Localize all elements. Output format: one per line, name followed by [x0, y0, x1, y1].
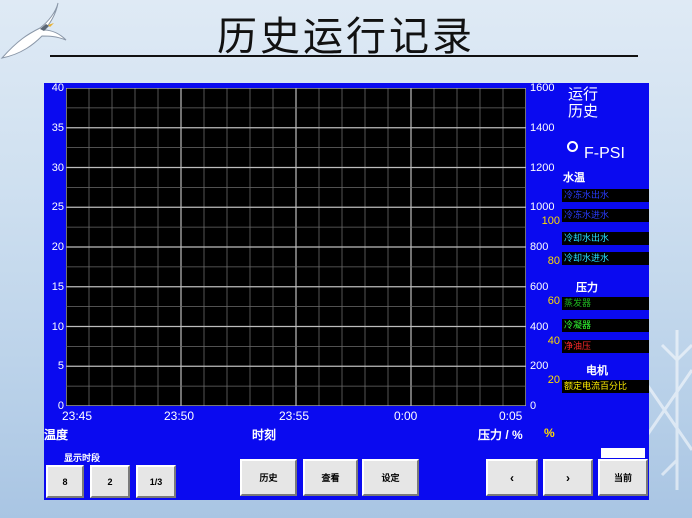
percent-label: %: [544, 426, 555, 440]
unit-text: F-PSI: [584, 145, 625, 162]
y-right-tick: 600: [530, 280, 549, 293]
legend-panel: 运行 历史 F-PSI 水温 冷冻水出水冷冻水进水冷却水出水冷却水进水 压力 蒸…: [562, 83, 649, 443]
side-header: 运行 历史: [568, 86, 599, 120]
y-right-tick: 1200: [530, 161, 555, 174]
period-label: 显示时段: [64, 453, 101, 463]
title-underline: [50, 55, 638, 57]
y-right-tick: 800: [530, 241, 549, 253]
y-right-tick: 400: [530, 320, 549, 333]
y-left-tick: 15: [51, 280, 64, 293]
y-left-tick: 0: [57, 400, 64, 412]
water-temp-label: 水温: [563, 172, 585, 184]
y-right-tick: 1000: [530, 201, 555, 214]
y-left-tick: 25: [51, 201, 64, 214]
x-tick: 0:05: [499, 409, 523, 423]
period-third-button[interactable]: 1/3: [136, 465, 176, 498]
y-right-secondary-tick: 60: [547, 294, 560, 307]
history-panel: 40 35 30 25 20 15 10 5 0 1600 1400 1200 1000 800 600 4…: [44, 82, 649, 500]
unit-label: F-PSI: [567, 141, 625, 163]
right-axis-label: 压力 / %: [478, 428, 523, 442]
status-box: [601, 448, 645, 458]
y-left-tick: 35: [51, 121, 64, 134]
y-left-tick: 20: [51, 241, 64, 253]
legend-item[interactable]: 蒸发器: [562, 297, 649, 310]
x-tick: 23:45: [62, 409, 93, 423]
y-right-tick: 200: [530, 360, 549, 373]
x-tick: 0:00: [394, 409, 418, 423]
y-left-tick: 5: [57, 360, 64, 373]
y-right-secondary-tick: 80: [547, 255, 560, 267]
x-tick: 23:50: [164, 409, 195, 423]
pressure-label: 压力: [576, 282, 598, 294]
settings-button[interactable]: 设定: [362, 459, 419, 496]
x-tick: 23:55: [279, 409, 310, 423]
next-button[interactable]: ›: [543, 459, 593, 496]
trend-chart-grid: [66, 88, 526, 406]
current-button[interactable]: 当前: [598, 459, 648, 496]
toolbar: 显示时段 8 2 1/3 历史 查看 设定 ‹ › 当前: [46, 446, 649, 500]
degree-icon: [567, 141, 578, 152]
x-axis-label: 时刻: [252, 428, 277, 442]
y-left-tick: 10: [51, 320, 64, 333]
legend-item[interactable]: 冷冻水出水: [562, 189, 649, 202]
period-8-button[interactable]: 8: [46, 465, 84, 498]
legend-item[interactable]: 净油压: [562, 340, 649, 353]
history-button[interactable]: 历史: [240, 459, 297, 496]
y-right-tick: 1400: [530, 121, 555, 134]
legend-item[interactable]: 冷冻水进水: [562, 209, 649, 222]
page-title: 历史运行记录: [217, 14, 475, 60]
motor-label: 电机: [586, 365, 608, 377]
legend-item[interactable]: 冷却水进水: [562, 252, 649, 265]
legend-item[interactable]: 额定电流百分比: [562, 380, 649, 393]
period-2-button[interactable]: 2: [90, 465, 130, 498]
y-right-tick: 0: [530, 400, 537, 412]
trend-chart: [66, 88, 526, 406]
previous-button[interactable]: ‹: [486, 459, 538, 496]
y-left-tick: 30: [51, 161, 64, 174]
legend-item[interactable]: 冷凝器: [562, 319, 649, 332]
y-right-tick: 1600: [530, 82, 555, 94]
legend-item[interactable]: 冷却水出水: [562, 232, 649, 245]
y-left-tick: 40: [51, 82, 64, 94]
y-right-secondary-tick: 100: [541, 215, 560, 228]
view-button[interactable]: 查看: [303, 459, 358, 496]
y-right-secondary-tick: 20: [547, 374, 560, 387]
y-right-secondary-tick: 40: [547, 334, 560, 347]
left-axis-label: 温度: [44, 428, 69, 442]
